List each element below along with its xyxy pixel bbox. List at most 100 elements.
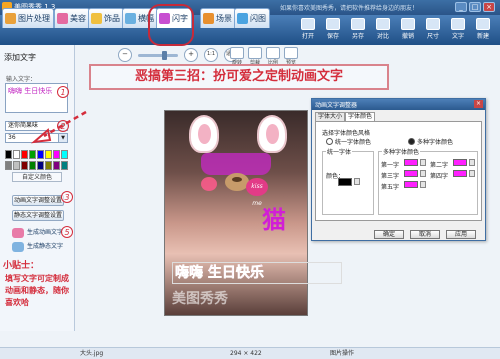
- banner-icon: [125, 13, 136, 24]
- color-swatch[interactable]: [29, 150, 36, 159]
- tab-beauty[interactable]: 美容: [54, 8, 90, 28]
- size-button[interactable]: 尺寸: [421, 18, 445, 40]
- text-icon: [451, 18, 465, 30]
- animated-text-overlay[interactable]: 嗨嗨 生日快乐: [172, 262, 342, 284]
- tab-font-size[interactable]: 字体大小: [315, 112, 346, 121]
- undo-button[interactable]: 撤销: [396, 18, 420, 40]
- zoom-out-button[interactable]: −: [118, 48, 132, 62]
- style-label: 选择字体颜色风格: [322, 130, 371, 137]
- color-row-label: 第四字: [430, 173, 449, 180]
- static-text-icon: [12, 242, 24, 252]
- color-swatch[interactable]: [45, 160, 52, 170]
- close-button[interactable]: ×: [483, 2, 495, 12]
- photo-canvas[interactable]: [164, 110, 308, 316]
- tutorial-headline: 恶搞第三招：扮可爱之定制动画文字: [89, 64, 389, 90]
- color-swatch[interactable]: [21, 160, 28, 170]
- color-swatch[interactable]: [21, 150, 28, 159]
- tab-label: 闪图: [250, 14, 266, 23]
- color-swatch[interactable]: [5, 150, 12, 159]
- ok-button[interactable]: 确定: [374, 230, 404, 239]
- color-swatch[interactable]: [45, 150, 52, 159]
- anim-text-dialog: 动画文字调整器 × 字体大小 字体颜色 选择字体颜色风格 统一字体颜色 多种字体…: [311, 98, 486, 241]
- tab-font-color[interactable]: 字体颜色: [345, 112, 376, 121]
- step-marker: 1: [57, 86, 69, 98]
- kiss-me-sticker: kiss me: [246, 178, 268, 207]
- promo-notice: 如果你喜欢美图秀秀，请把软件推荐给身边的朋友！: [280, 5, 419, 12]
- new-file-icon: [476, 18, 490, 30]
- single-color-swatch[interactable]: [338, 178, 352, 186]
- color-picker-button[interactable]: [420, 170, 426, 177]
- color-picker-button[interactable]: [420, 181, 426, 188]
- color-swatch-5[interactable]: [404, 181, 418, 188]
- color-picker-button[interactable]: [469, 159, 475, 166]
- cancel-button[interactable]: 取消: [410, 230, 440, 239]
- slider-thumb[interactable]: [162, 50, 167, 60]
- button-label: 生成静态文字: [27, 243, 64, 250]
- radio-multi-color[interactable]: 多种字体颜色: [408, 137, 453, 146]
- text-button[interactable]: 文字: [446, 18, 470, 40]
- arrow-icon: [30, 110, 87, 144]
- actual-size-button[interactable]: 1:1: [204, 48, 218, 62]
- color-row-label: 第二字: [430, 162, 449, 169]
- color-swatch[interactable]: [37, 160, 44, 170]
- tab-label: 图片处理: [18, 14, 50, 23]
- color-swatch[interactable]: [37, 150, 44, 159]
- size-value: 36: [8, 134, 16, 141]
- apply-button[interactable]: 应用: [446, 230, 476, 239]
- save-as-button[interactable]: 另存: [346, 18, 370, 40]
- generate-anim-button[interactable]: 生成动画文字: [12, 228, 67, 239]
- anim-style-button[interactable]: 动画文字调整设置: [12, 195, 64, 206]
- tip-body: 填写文字可定制成动画和静态，随你喜欢哈: [5, 274, 69, 307]
- step-marker: 3: [61, 191, 73, 203]
- color-row-label: 第五字: [381, 184, 400, 191]
- color-swatch-3[interactable]: [404, 170, 418, 177]
- open-button[interactable]: 打开: [296, 18, 320, 40]
- color-swatch[interactable]: [29, 160, 36, 170]
- color-palette: [5, 150, 68, 170]
- status-mode: 图片操作: [330, 350, 355, 357]
- generate-static-button[interactable]: 生成静态文字: [12, 242, 67, 253]
- maximize-button[interactable]: □: [469, 2, 481, 12]
- custom-color-button[interactable]: 自定义颜色: [12, 172, 62, 182]
- color-row-label: 第三字: [381, 173, 400, 180]
- save-as-icon: [351, 18, 365, 30]
- tab-flash-image[interactable]: 闪图: [234, 8, 270, 28]
- minimize-button[interactable]: _: [455, 2, 467, 12]
- color-swatch-2[interactable]: [453, 159, 467, 166]
- radio-checked-icon: [408, 138, 415, 145]
- color-swatch[interactable]: [13, 160, 20, 170]
- preview-icon: [284, 47, 298, 59]
- zoom-in-button[interactable]: +: [184, 48, 198, 62]
- color-swatch-1[interactable]: [404, 159, 418, 166]
- compare-button[interactable]: 对比: [371, 18, 395, 40]
- tool-label: 另存: [351, 33, 364, 40]
- tab-label: 场景: [216, 14, 232, 23]
- color-swatch[interactable]: [13, 150, 20, 159]
- tab-image-processing[interactable]: 图片处理: [2, 8, 54, 28]
- radio-single-color[interactable]: 统一字体颜色: [326, 137, 371, 146]
- color-swatch[interactable]: [53, 150, 60, 159]
- undo-icon: [401, 18, 415, 30]
- group-label: 统一字体: [326, 147, 353, 156]
- color-swatch-4[interactable]: [453, 170, 467, 177]
- color-picker-button[interactable]: [354, 178, 360, 185]
- new-button[interactable]: 新建: [471, 18, 495, 40]
- animation-icon: [12, 228, 24, 238]
- radio-label: 统一字体颜色: [335, 139, 372, 146]
- color-swatch[interactable]: [5, 160, 12, 170]
- static-style-button[interactable]: 静态文字调整设置: [12, 210, 64, 221]
- color-picker-button[interactable]: [469, 170, 475, 177]
- color-swatch[interactable]: [61, 150, 68, 159]
- color-swatch[interactable]: [61, 160, 68, 170]
- tab-scene[interactable]: 场景: [200, 8, 236, 28]
- tool-label: 打开: [301, 33, 314, 40]
- status-dimensions: 294 × 422: [230, 350, 262, 357]
- cat-character-sticker: 猫: [262, 206, 286, 234]
- dialog-close-button[interactable]: ×: [474, 100, 483, 108]
- save-button[interactable]: 保存: [321, 18, 345, 40]
- color-picker-button[interactable]: [420, 159, 426, 166]
- tab-label: 饰品: [104, 14, 120, 23]
- tab-accessories[interactable]: 饰品: [88, 8, 124, 28]
- color-swatch[interactable]: [53, 160, 60, 170]
- zoom-slider[interactable]: [138, 50, 178, 60]
